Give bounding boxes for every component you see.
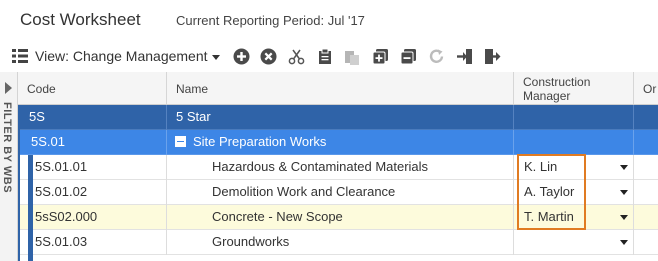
refresh-icon[interactable] bbox=[427, 47, 445, 65]
collapse-group-icon[interactable] bbox=[175, 136, 186, 147]
construction-manager-value: T. Martin bbox=[524, 209, 574, 224]
wbs-outer-level-bar bbox=[18, 105, 20, 261]
or-cell bbox=[634, 130, 658, 155]
import-icon[interactable] bbox=[455, 47, 473, 65]
name-cell: Concrete - New Scope bbox=[167, 205, 514, 230]
column-header-or-label: Or bbox=[643, 82, 657, 96]
copy-icon[interactable] bbox=[316, 47, 334, 65]
column-header-name[interactable]: Name bbox=[167, 72, 514, 105]
paste-icon[interactable] bbox=[343, 47, 361, 65]
column-header-construction-manager[interactable]: Construction Manager bbox=[514, 72, 634, 105]
expand-panel-icon[interactable] bbox=[5, 82, 12, 94]
code-cell: 5S.01.01 bbox=[18, 155, 167, 180]
name-cell: Groundworks bbox=[167, 230, 514, 255]
column-header-name-label: Name bbox=[176, 82, 209, 96]
name-cell: 5 Star bbox=[167, 105, 514, 130]
or-cell bbox=[634, 205, 658, 230]
construction-manager-select[interactable]: A. Taylor bbox=[514, 180, 634, 205]
add-icon[interactable] bbox=[232, 47, 250, 65]
page-title: Cost Worksheet bbox=[20, 10, 141, 29]
construction-manager-value: A. Taylor bbox=[524, 184, 575, 199]
or-cell bbox=[634, 180, 658, 205]
dropdown-arrow-icon[interactable] bbox=[620, 215, 628, 220]
view-selector-label: View: Change Management bbox=[35, 48, 208, 64]
remove-icon[interactable] bbox=[259, 47, 277, 65]
or-cell bbox=[634, 230, 658, 255]
table-row[interactable]: 5S.01 Site Preparation Works bbox=[18, 130, 658, 155]
table-row[interactable]: 5sS02.000 Concrete - New Scope T. Martin bbox=[18, 205, 658, 230]
reporting-period: Current Reporting Period: Jul '17 bbox=[176, 13, 365, 28]
column-header-code[interactable]: Code bbox=[18, 72, 167, 105]
construction-manager-value: K. Lin bbox=[524, 159, 558, 174]
chevron-down-icon bbox=[211, 54, 220, 60]
table-row[interactable]: 5S.01.03 Groundworks bbox=[18, 230, 658, 255]
code-cell: 5S.01 bbox=[18, 130, 167, 155]
table-row[interactable]: 5S.01.01 Hazardous & Contaminated Materi… bbox=[18, 155, 658, 180]
title-bar: Cost Worksheet Current Reporting Period:… bbox=[0, 0, 658, 40]
dropdown-arrow-icon[interactable] bbox=[620, 190, 628, 195]
column-header-code-label: Code bbox=[27, 82, 56, 96]
name-cell-label: Site Preparation Works bbox=[193, 134, 327, 149]
construction-manager-select[interactable]: K. Lin bbox=[514, 155, 634, 180]
column-header-cm-line2: Manager bbox=[523, 89, 571, 103]
name-cell: Hazardous & Contaminated Materials bbox=[167, 155, 514, 180]
view-selector[interactable]: View: Change Management bbox=[35, 48, 220, 64]
table-row[interactable]: 5S.01.02 Demolition Work and Clearance A… bbox=[18, 180, 658, 205]
name-cell: Site Preparation Works bbox=[167, 130, 514, 155]
collapse-all-icon[interactable] bbox=[399, 47, 417, 65]
wbs-level-bar bbox=[28, 155, 33, 261]
grid-menu-icon[interactable] bbox=[11, 47, 29, 65]
cut-icon[interactable] bbox=[287, 47, 305, 65]
column-header-cm-line1: Construction bbox=[523, 75, 591, 89]
construction-manager-select[interactable] bbox=[514, 230, 634, 255]
construction-manager-cell bbox=[514, 130, 634, 155]
code-cell: 5S.01.03 bbox=[18, 230, 167, 255]
code-cell: 5S.01.02 bbox=[18, 180, 167, 205]
construction-manager-select[interactable]: T. Martin bbox=[514, 205, 634, 230]
or-cell bbox=[634, 105, 658, 130]
construction-manager-cell bbox=[514, 105, 634, 130]
table-row[interactable]: 5S 5 Star bbox=[18, 105, 658, 130]
filter-by-wbs-panel[interactable]: FILTER BY WBS bbox=[0, 72, 18, 261]
toolbar: View: Change Management bbox=[0, 42, 658, 70]
expand-all-icon[interactable] bbox=[371, 47, 389, 65]
name-cell: Demolition Work and Clearance bbox=[167, 180, 514, 205]
code-cell: 5sS02.000 bbox=[18, 205, 167, 230]
or-cell bbox=[634, 155, 658, 180]
cost-grid: FILTER BY WBS Code Name Construction Man… bbox=[0, 72, 658, 261]
dropdown-arrow-icon[interactable] bbox=[620, 165, 628, 170]
dropdown-arrow-icon[interactable] bbox=[620, 240, 628, 245]
export-icon[interactable] bbox=[483, 47, 501, 65]
code-cell: 5S bbox=[18, 105, 167, 130]
filter-by-wbs-label: FILTER BY WBS bbox=[1, 102, 13, 194]
column-header-or[interactable]: Or bbox=[634, 72, 658, 105]
